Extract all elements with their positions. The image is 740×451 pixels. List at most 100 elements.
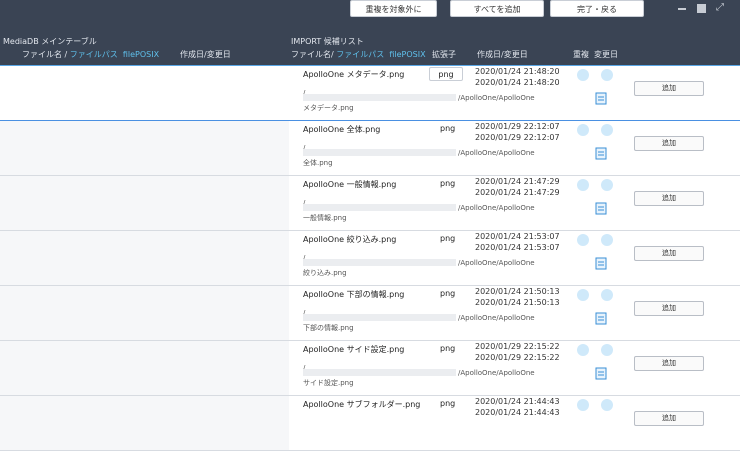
import-cell: ApolloOne 一般情報.png png 2020/01/24 21:47:… xyxy=(289,176,740,230)
path-tail: /ApolloOne/ApolloOne xyxy=(458,149,535,157)
edit-document-icon[interactable] xyxy=(594,312,608,325)
file-name: ApolloOne 一般情報.png xyxy=(303,180,397,189)
file-name: ApolloOne サイド設定.png xyxy=(303,345,405,354)
file-name: ApolloOne サブフォルダー.png xyxy=(303,400,421,409)
right-col-dates: 作成日/変更日 xyxy=(477,50,528,59)
import-cell: ApolloOne 絞り込み.png png 2020/01/24 21:53:… xyxy=(289,231,740,285)
file-extension: png xyxy=(440,399,456,408)
done-back-button[interactable]: 完了・戻る xyxy=(550,0,644,17)
edit-document-icon[interactable] xyxy=(594,147,608,160)
duplicate-indicator xyxy=(577,179,589,191)
main-table-cell xyxy=(0,231,289,285)
path-tail: /ApolloOne/ApolloOne xyxy=(458,259,535,267)
modified-date: 2020/01/24 21:44:43 xyxy=(475,408,560,417)
right-col-filename: ファイル名/ xyxy=(291,50,337,59)
right-column-headers: ファイル名/ ファイルパス filePOSIX xyxy=(291,50,426,60)
import-cell: ApolloOne 下部の情報.png png 2020/01/24 21:50… xyxy=(289,286,740,340)
table-row[interactable]: ApolloOne サブフォルダー.png png 2020/01/24 21:… xyxy=(0,396,740,451)
table-row[interactable]: ApolloOne 全体.png png 2020/01/29 22:12:07… xyxy=(0,121,740,176)
modified-date: 2020/01/24 21:47:29 xyxy=(475,188,560,197)
import-cell: ApolloOne サブフォルダー.png png 2020/01/24 21:… xyxy=(289,396,740,450)
main-table-cell xyxy=(0,286,289,340)
add-button[interactable]: 追加 xyxy=(634,246,704,261)
path-file: メタデータ.png xyxy=(303,104,354,112)
add-button[interactable]: 追加 xyxy=(634,81,704,96)
table-row[interactable]: ApolloOne メタデータ.png png 2020/01/24 21:48… xyxy=(0,66,740,121)
changed-indicator xyxy=(601,234,613,246)
edit-document-icon[interactable] xyxy=(594,202,608,215)
edit-document-icon[interactable] xyxy=(594,257,608,270)
file-extension: png xyxy=(440,124,456,133)
edit-document-icon[interactable] xyxy=(594,367,608,380)
path-file: サイド設定.png xyxy=(303,379,354,387)
path-tail: /ApolloOne/ApolloOne xyxy=(458,94,535,102)
main-table-cell xyxy=(0,341,289,395)
changed-indicator xyxy=(601,344,613,356)
import-cell: ApolloOne メタデータ.png png 2020/01/24 21:48… xyxy=(289,66,740,120)
table-row[interactable]: ApolloOne 下部の情報.png png 2020/01/24 21:50… xyxy=(0,286,740,341)
main-table-cell xyxy=(0,66,289,120)
top-toolbar: 重複を対象外に すべてを追加 完了・戻る ⤢ MediaDB メインテーブル フ… xyxy=(0,0,740,66)
add-button[interactable]: 追加 xyxy=(634,301,704,316)
main-table-cell xyxy=(0,121,289,175)
file-name: ApolloOne メタデータ.png xyxy=(303,70,405,79)
add-button[interactable]: 追加 xyxy=(634,356,704,371)
modified-date: 2020/01/24 21:53:07 xyxy=(475,243,560,252)
add-button[interactable]: 追加 xyxy=(634,136,704,151)
created-date: 2020/01/29 22:15:22 xyxy=(475,342,560,351)
path-tail: /ApolloOne/ApolloOne xyxy=(458,314,535,322)
left-col-filename: ファイル名 / xyxy=(22,50,70,59)
exclude-duplicates-button[interactable]: 重複を対象外に xyxy=(350,0,437,17)
path-bar xyxy=(303,369,456,376)
created-date: 2020/01/29 22:12:07 xyxy=(475,122,560,131)
right-col-fileposix: filePOSIX xyxy=(389,50,426,59)
add-all-button[interactable]: すべてを追加 xyxy=(450,0,544,17)
table-row[interactable]: ApolloOne 一般情報.png png 2020/01/24 21:47:… xyxy=(0,176,740,231)
left-column-headers: ファイル名 / ファイルパス filePOSIX xyxy=(22,50,159,60)
file-extension: png xyxy=(429,67,463,81)
path-file: 下部の情報.png xyxy=(303,324,354,332)
changed-indicator xyxy=(601,179,613,191)
changed-indicator xyxy=(601,289,613,301)
created-date: 2020/01/24 21:47:29 xyxy=(475,177,560,186)
modified-date: 2020/01/29 22:12:07 xyxy=(475,133,560,142)
minimize-icon[interactable] xyxy=(678,8,686,10)
import-cell: ApolloOne サイド設定.png png 2020/01/29 22:15… xyxy=(289,341,740,395)
maximize-icon[interactable] xyxy=(697,4,706,13)
duplicate-indicator xyxy=(577,289,589,301)
modified-date: 2020/01/24 21:48:20 xyxy=(475,78,560,87)
edit-document-icon[interactable] xyxy=(594,92,608,105)
created-date: 2020/01/24 21:48:20 xyxy=(475,67,560,76)
file-extension: png xyxy=(440,289,456,298)
file-name: ApolloOne 絞り込み.png xyxy=(303,235,397,244)
left-col-fileposix: filePOSIX xyxy=(122,50,160,59)
file-extension: png xyxy=(440,234,456,243)
created-date: 2020/01/24 21:50:13 xyxy=(475,287,560,296)
path-tail: /ApolloOne/ApolloOne xyxy=(458,204,535,212)
add-button[interactable]: 追加 xyxy=(634,191,704,206)
created-date: 2020/01/24 21:53:07 xyxy=(475,232,560,241)
left-col-filepath: ファイルパス xyxy=(69,50,118,59)
table-row[interactable]: ApolloOne サイド設定.png png 2020/01/29 22:15… xyxy=(0,341,740,396)
file-extension: png xyxy=(440,179,456,188)
right-col-dup: 重複 xyxy=(573,50,589,59)
modified-date: 2020/01/29 22:15:22 xyxy=(475,353,560,362)
right-col-filepath: ファイルパス xyxy=(336,50,385,59)
right-col-ext: 拡張子 xyxy=(432,50,456,59)
add-button[interactable]: 追加 xyxy=(634,411,704,426)
changed-indicator xyxy=(601,399,613,411)
main-table-cell xyxy=(0,176,289,230)
right-col-changed: 変更日 xyxy=(594,50,618,59)
duplicate-indicator xyxy=(577,124,589,136)
path-bar xyxy=(303,314,456,321)
path-bar xyxy=(303,259,456,266)
path-bar xyxy=(303,204,456,211)
fullscreen-icon[interactable]: ⤢ xyxy=(716,3,724,13)
changed-indicator xyxy=(601,124,613,136)
path-bar xyxy=(303,94,456,101)
file-name: ApolloOne 全体.png xyxy=(303,125,381,134)
duplicate-indicator xyxy=(577,69,589,81)
path-file: 絞り込み.png xyxy=(303,269,347,277)
path-file: 一般情報.png xyxy=(303,214,347,222)
table-row[interactable]: ApolloOne 絞り込み.png png 2020/01/24 21:53:… xyxy=(0,231,740,286)
